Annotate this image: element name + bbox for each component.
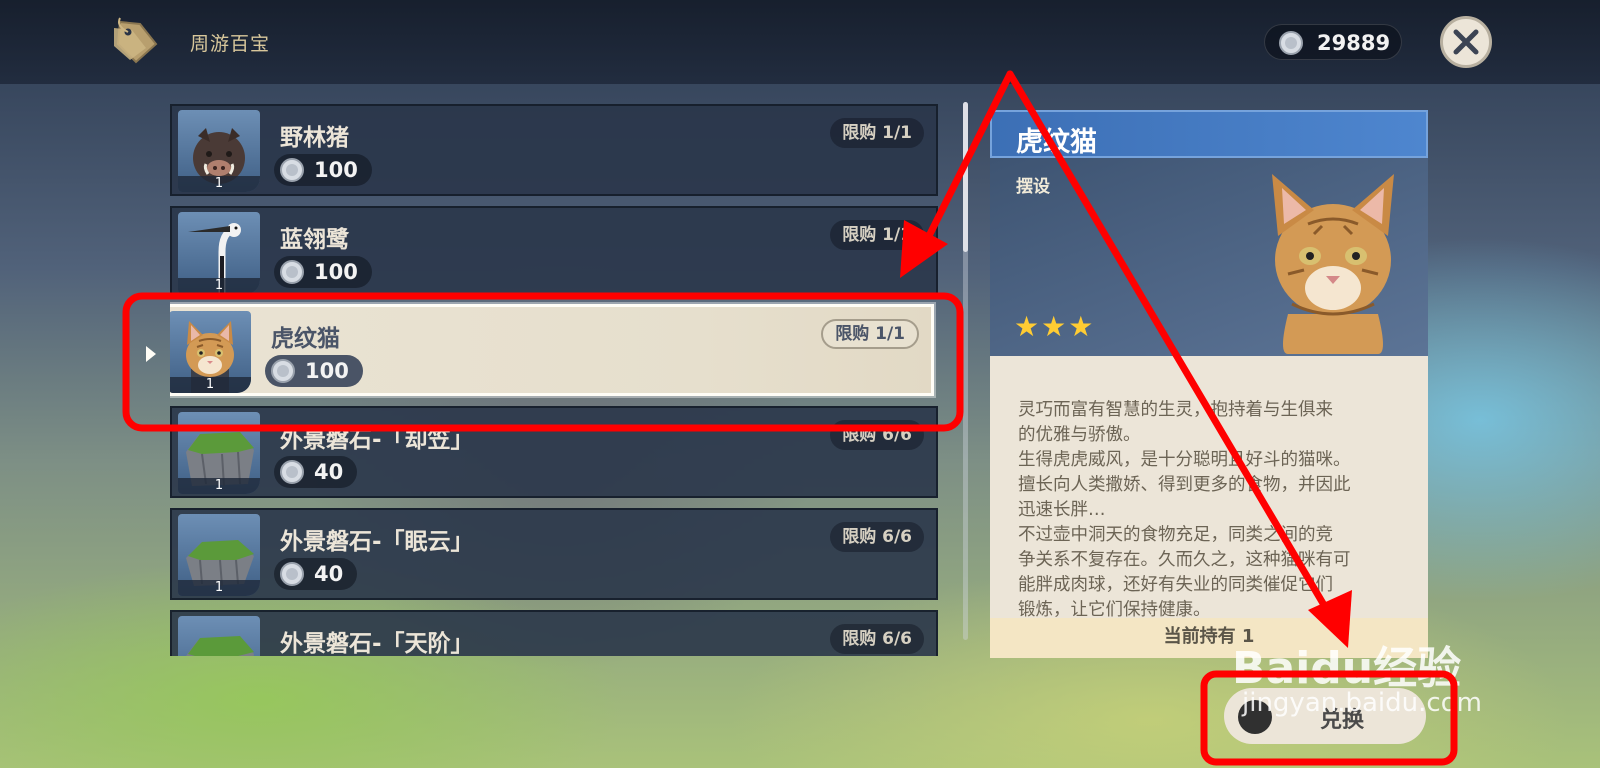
selection-arrow-icon	[146, 346, 156, 362]
item-detail-panel: 虎纹猫 摆设 ★★★ 灵巧而富有智慧的生灵，抱持着与生俱来 的优雅与骄傲。 生得…	[990, 110, 1428, 658]
item-thumbnail: 1	[178, 212, 260, 294]
list-scrollbar-thumb[interactable]	[963, 102, 968, 252]
purchase-limit: 限购 6/6	[830, 624, 924, 654]
item-thumbnail	[178, 616, 260, 656]
rock-icon	[186, 636, 254, 656]
item-price: 100	[274, 154, 372, 186]
currency-amount: 29889	[1317, 31, 1391, 55]
item-thumbnail: 1	[178, 412, 260, 494]
item-list: 1 野林猪 100 限购 1/1 1 蓝翎鹭 100 限购 1/1 1 外景磐石…	[170, 104, 940, 656]
watermark-text: Baidu经验	[1232, 643, 1462, 694]
item-price-value: 100	[305, 359, 349, 383]
shop-item-wild-boar[interactable]: 1 野林猪 100 限购 1/1	[170, 104, 938, 196]
tabby-cat-portrait-icon	[1272, 174, 1394, 354]
price-tag-icon	[114, 17, 158, 64]
coin-icon	[1279, 31, 1303, 55]
purchase-limit: 限购 1/1	[830, 220, 924, 250]
description-line: 迅速长胖…	[1018, 500, 1106, 520]
rarity-stars: ★★★	[1014, 310, 1096, 343]
purchase-limit: 限购 6/6	[830, 420, 924, 450]
close-icon	[1453, 29, 1479, 55]
shop-item-tabby-cat[interactable]: 1 虎纹猫 100 限购 1/1	[170, 304, 934, 396]
item-price-value: 100	[314, 158, 358, 182]
close-button[interactable]	[1440, 16, 1492, 68]
item-name: 虎纹猫	[271, 326, 340, 352]
detail-header: 虎纹猫	[990, 110, 1428, 158]
item-quantity: 1	[178, 278, 260, 294]
detail-type: 摆设	[1016, 177, 1050, 197]
coin-icon	[271, 359, 295, 383]
purchase-limit: 限购 1/1	[821, 319, 919, 349]
item-price-value: 40	[314, 562, 344, 586]
purchase-limit: 限购 1/1	[830, 118, 924, 148]
item-price-value: 100	[314, 260, 358, 284]
item-name: 蓝翎鹭	[280, 227, 349, 253]
shop-item-heron[interactable]: 1 蓝翎鹭 100 限购 1/1	[170, 206, 938, 298]
top-bar: 周游百宝 29889	[0, 0, 1600, 84]
watermark-subtext: jingyan.baidu.com	[1242, 688, 1482, 718]
item-name: 外景磐石-「却笠」	[280, 427, 474, 453]
currency-display: 29889	[1264, 24, 1402, 60]
item-price: 40	[274, 456, 358, 488]
item-thumbnail: 1	[170, 311, 251, 393]
coin-icon	[280, 158, 304, 182]
detail-title: 虎纹猫	[1016, 127, 1097, 158]
item-thumbnail: 1	[178, 110, 260, 192]
item-thumbnail: 1	[178, 514, 260, 596]
purchase-limit: 限购 6/6	[830, 522, 924, 552]
shop-item-rock-mianyun[interactable]: 1 外景磐石-「眠云」 40 限购 6/6	[170, 508, 938, 600]
coin-icon	[280, 562, 304, 586]
item-price-value: 40	[314, 460, 344, 484]
description-line: 擅长向人类撒娇、得到更多的食物，并因此	[1018, 475, 1351, 495]
shop-item-rock-tianjie[interactable]: 外景磐石-「天阶」 限购 6/6	[170, 610, 938, 656]
item-price: 100	[274, 256, 372, 288]
item-quantity: 1	[178, 580, 260, 596]
description-line: 的优雅与骄傲。	[1018, 425, 1141, 445]
item-quantity: 1	[178, 176, 260, 192]
item-name: 野林猪	[280, 125, 349, 151]
coin-icon	[280, 260, 304, 284]
description-line: 争关系不复存在。久而久之，这种猫咪有可	[1018, 550, 1351, 570]
page-title: 周游百宝	[190, 33, 271, 55]
item-quantity: 1	[178, 478, 260, 494]
description-line: 生得虎虎威风，是十分聪明且好斗的猫咪。	[1018, 450, 1351, 470]
item-name: 外景磐石-「天阶」	[280, 631, 474, 656]
shop-item-rock-queli[interactable]: 1 外景磐石-「却笠」 40 限购 6/6	[170, 406, 938, 498]
description-line: 灵巧而富有智慧的生灵，抱持着与生俱来	[1018, 400, 1333, 420]
description-line: 能胖成肉球，还好有失业的同类催促它们	[1018, 575, 1333, 595]
item-price: 100	[265, 355, 363, 387]
detail-hero: 摆设 ★★★	[990, 158, 1428, 356]
item-description: 灵巧而富有智慧的生灵，抱持着与生俱来 的优雅与骄傲。 生得虎虎威风，是十分聪明且…	[1018, 398, 1410, 623]
detail-description-area[interactable]: 灵巧而富有智慧的生灵，抱持着与生俱来 的优雅与骄傲。 生得虎虎威风，是十分聪明且…	[990, 356, 1428, 620]
item-name: 外景磐石-「眠云」	[280, 529, 474, 555]
coin-icon	[280, 460, 304, 484]
description-line: 不过壶中洞天的食物充足，同类之间的竞	[1018, 525, 1333, 545]
item-price: 40	[274, 558, 358, 590]
item-quantity: 1	[170, 377, 251, 393]
